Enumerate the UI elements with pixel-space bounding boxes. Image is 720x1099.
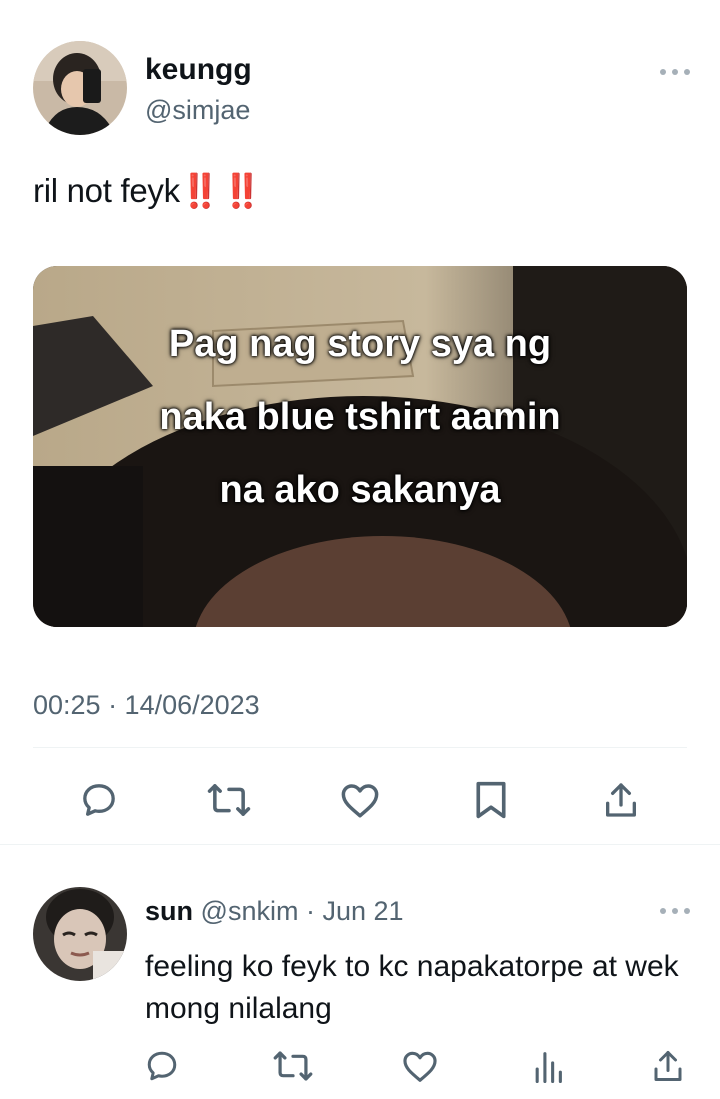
more-options-icon[interactable] xyxy=(660,67,690,77)
tweet-body: ril not feyk xyxy=(33,172,180,209)
reply-reply-icon[interactable] xyxy=(140,1046,184,1086)
author-name[interactable]: keungg xyxy=(145,53,252,87)
reply-share-icon[interactable] xyxy=(646,1046,690,1086)
reply-separator: · xyxy=(298,896,323,926)
retweet-icon[interactable] xyxy=(204,777,254,823)
tweet-timestamp[interactable]: 00:25 · 14/06/2023 xyxy=(33,690,260,721)
like-icon[interactable] xyxy=(337,777,383,823)
caption-line-1: Pag nag story sya ng xyxy=(168,323,552,365)
double-exclamation-emoji: ‼️‼️ xyxy=(179,172,264,209)
reply-author-name[interactable]: sun xyxy=(145,896,193,926)
views-icon[interactable] xyxy=(526,1046,570,1086)
reply-date[interactable]: Jun 21 xyxy=(322,896,403,926)
reply-author-avatar[interactable] xyxy=(33,887,127,981)
reply-retweet-icon[interactable] xyxy=(270,1046,316,1086)
divider xyxy=(0,844,720,845)
reply-like-icon[interactable] xyxy=(398,1046,442,1086)
tweet-media[interactable]: Pag nag story sya ng naka blue tshirt aa… xyxy=(33,266,687,627)
divider xyxy=(33,747,687,748)
share-icon[interactable] xyxy=(598,777,644,823)
reply-author-handle[interactable]: @snkim xyxy=(201,896,299,926)
caption-line-2: naka blue tshirt aamin xyxy=(159,396,561,438)
author-handle[interactable]: @simjae xyxy=(145,95,250,126)
media-caption: Pag nag story sya ng naka blue tshirt aa… xyxy=(33,308,687,527)
reply-more-options-icon[interactable] xyxy=(660,906,690,916)
caption-line-3: na ako sakanya xyxy=(219,469,501,511)
reply-text: feeling ko feyk to kc napakatorpe at wek… xyxy=(145,950,679,1025)
bookmark-icon[interactable] xyxy=(468,777,514,823)
reply-meta: sun @snkim · Jun 21 xyxy=(145,896,404,927)
reply-icon[interactable] xyxy=(76,777,122,823)
author-avatar[interactable] xyxy=(33,41,127,135)
tweet-text: ril not feyk‼️‼️ xyxy=(33,172,264,211)
